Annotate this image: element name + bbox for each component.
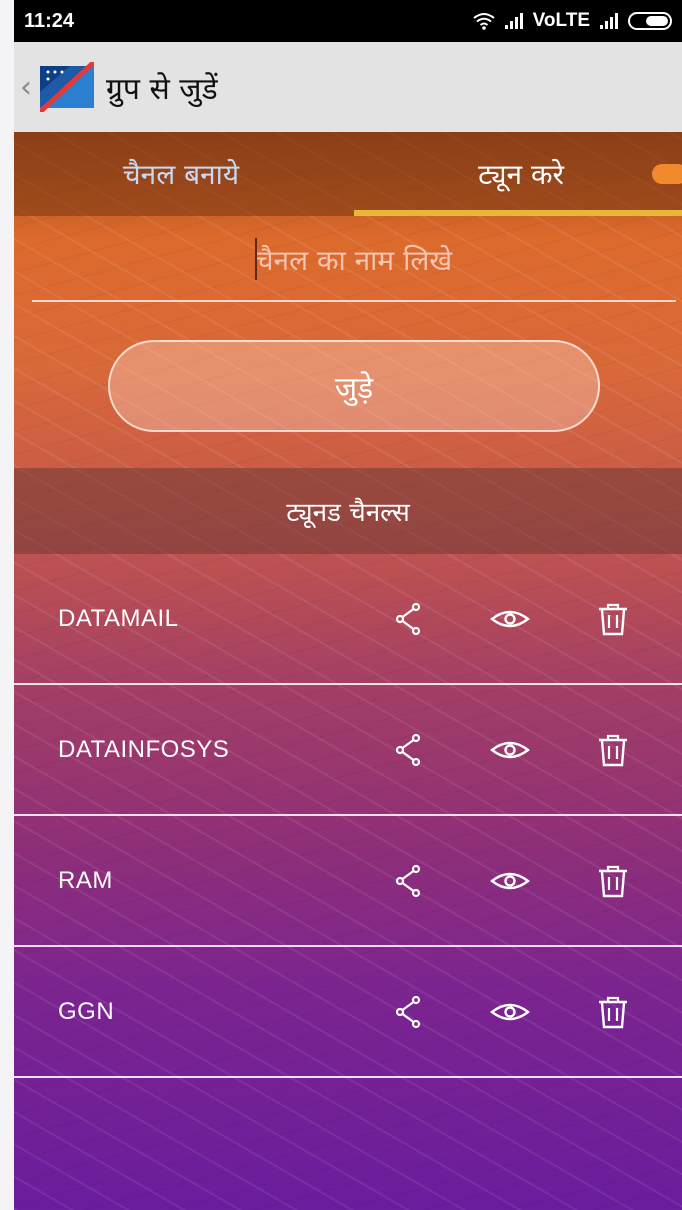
trash-icon[interactable] xyxy=(596,733,630,767)
wifi-icon xyxy=(473,13,495,30)
eye-icon[interactable] xyxy=(490,864,530,898)
main-content: चैनल बनाये ट्यून करे जुड़े ट्यूनड चैनल्स… xyxy=(14,132,682,1210)
status-time: 11:24 xyxy=(24,9,75,32)
status-bar: 11:24 VoLTE xyxy=(14,0,682,42)
text-caret xyxy=(255,238,257,280)
eye-icon[interactable] xyxy=(490,733,530,767)
channel-name: RAM xyxy=(58,866,113,894)
battery-icon xyxy=(628,12,672,30)
channel-input-wrapper xyxy=(32,224,676,302)
channel-name: DATAMAIL xyxy=(58,604,179,632)
tab-bar: चैनल बनाये ट्यून करे xyxy=(14,132,682,216)
chevron-left-icon[interactable]: ‹ xyxy=(20,70,38,105)
channel-name: DATAINFOSYS xyxy=(58,735,230,763)
action-bar: ‹ ग्रुप से जुडें xyxy=(14,42,682,132)
share-icon[interactable] xyxy=(392,995,426,1029)
app-logo[interactable] xyxy=(40,62,94,112)
share-icon[interactable] xyxy=(392,733,426,767)
trash-icon[interactable] xyxy=(596,995,630,1029)
list-item[interactable]: RAM xyxy=(14,816,682,947)
channel-name: GGN xyxy=(58,997,115,1025)
trash-icon[interactable] xyxy=(596,864,630,898)
signal-icon-2 xyxy=(600,13,618,29)
list-item[interactable]: DATAMAIL xyxy=(14,554,682,685)
join-button[interactable]: जुड़े xyxy=(108,340,600,432)
eye-icon[interactable] xyxy=(490,602,530,636)
channel-list: DATAMAIL DATAINFOSYS RAM GGN xyxy=(14,554,682,1078)
eye-icon[interactable] xyxy=(490,995,530,1029)
left-edge xyxy=(0,0,14,1210)
signal-icon xyxy=(504,13,523,29)
scroll-hint xyxy=(652,164,682,184)
list-item[interactable]: DATAINFOSYS xyxy=(14,685,682,816)
section-header: ट्यूनड चैनल्स xyxy=(14,468,682,554)
channel-name-input[interactable] xyxy=(32,224,676,296)
share-icon[interactable] xyxy=(392,864,426,898)
share-icon[interactable] xyxy=(392,602,426,636)
tab-tune[interactable]: ट्यून करे xyxy=(354,132,682,216)
tab-create-channel[interactable]: चैनल बनाये xyxy=(14,132,348,216)
network-label: VoLTE xyxy=(532,10,590,31)
tab-indicator xyxy=(354,210,682,216)
app-screen: 11:24 VoLTE ‹ ग्रुप से जुडें चैनल बनाये … xyxy=(14,0,682,1210)
list-item[interactable]: GGN xyxy=(14,947,682,1078)
page-title: ग्रुप से जुडें xyxy=(106,71,218,107)
status-icons: VoLTE xyxy=(473,10,672,32)
trash-icon[interactable] xyxy=(596,602,630,636)
